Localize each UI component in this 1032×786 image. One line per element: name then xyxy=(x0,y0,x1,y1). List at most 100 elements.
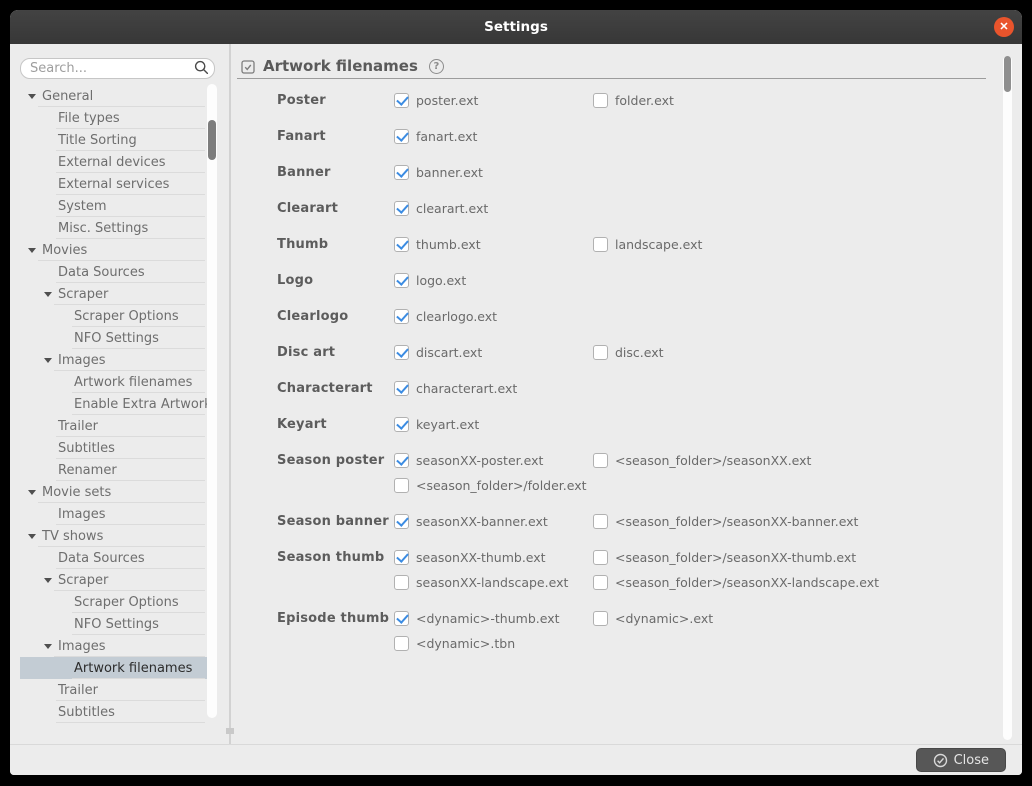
checkbox-checked[interactable] xyxy=(394,237,409,252)
setting-row-line: Season bannerseasonXX-banner.ext<season_… xyxy=(277,511,992,531)
chevron-down-icon[interactable] xyxy=(44,358,52,363)
checkbox-label: seasonXX-thumb.ext xyxy=(416,550,546,565)
chevron-down-icon[interactable] xyxy=(28,94,36,99)
sidebar-item-label: Scraper Options xyxy=(74,309,179,324)
checkbox-unchecked[interactable] xyxy=(593,550,608,565)
setting-row: Season bannerseasonXX-banner.ext<season_… xyxy=(277,511,992,531)
footer: Close xyxy=(10,744,1022,775)
checkbox-checked[interactable] xyxy=(394,165,409,180)
sidebar-item-misc-settings[interactable]: Misc. Settings xyxy=(20,217,207,239)
checkbox-checked[interactable] xyxy=(394,93,409,108)
setting-label: Episode thumb xyxy=(277,611,394,626)
close-button[interactable]: Close xyxy=(916,748,1006,772)
checkbox-label: characterart.ext xyxy=(416,381,517,396)
sidebar-item-movies[interactable]: Movies xyxy=(20,239,207,261)
sidebar-item-subtitles[interactable]: Subtitles xyxy=(20,437,207,459)
sidebar-item-external-devices[interactable]: External devices xyxy=(20,151,207,173)
sidebar-item-images[interactable]: Images xyxy=(20,635,207,657)
checkbox-cell: fanart.ext xyxy=(394,129,593,144)
sidebar-item-label: Data Sources xyxy=(58,551,145,566)
checkbox-cell: clearart.ext xyxy=(394,201,593,216)
sidebar-item-trailer[interactable]: Trailer xyxy=(20,415,207,437)
sidebar-item-data-sources[interactable]: Data Sources xyxy=(20,547,207,569)
checkbox-label: thumb.ext xyxy=(416,237,481,252)
setting-row: Bannerbanner.ext xyxy=(277,162,992,182)
sidebar-item-general[interactable]: General xyxy=(20,85,207,107)
sidebar-item-scraper-options[interactable]: Scraper Options xyxy=(20,305,207,327)
setting-row-line: Clearartclearart.ext xyxy=(277,198,992,218)
sidebar-item-images[interactable]: Images xyxy=(20,503,207,525)
sidebar-item-system[interactable]: System xyxy=(20,195,207,217)
search-box[interactable] xyxy=(20,57,215,78)
sidebar-item-scraper-options[interactable]: Scraper Options xyxy=(20,591,207,613)
sidebar-item-label: Scraper xyxy=(58,287,108,302)
sidebar-item-label: File types xyxy=(58,111,120,126)
checkbox-checked[interactable] xyxy=(394,345,409,360)
sidebar-item-label: Renamer xyxy=(58,463,117,478)
checkbox-checked[interactable] xyxy=(394,201,409,216)
checkbox-checked[interactable] xyxy=(394,129,409,144)
setting-row-line: Clearlogoclearlogo.ext xyxy=(277,306,992,326)
sidebar-item-label: Movies xyxy=(42,243,87,258)
checkbox-unchecked[interactable] xyxy=(394,478,409,493)
chevron-down-icon[interactable] xyxy=(44,644,52,649)
sidebar-item-movie-sets[interactable]: Movie sets xyxy=(20,481,207,503)
sidebar-item-external-services[interactable]: External services xyxy=(20,173,207,195)
content-scrollbar-thumb[interactable] xyxy=(1004,56,1011,92)
content-scrollbar[interactable] xyxy=(1003,56,1012,740)
checkbox-cell: disc.ext xyxy=(593,345,992,360)
checkbox-unchecked[interactable] xyxy=(593,345,608,360)
setting-row: Clearlogoclearlogo.ext xyxy=(277,306,992,326)
sidebar-item-subtitles[interactable]: Subtitles xyxy=(20,701,207,723)
checkbox-unchecked[interactable] xyxy=(394,636,409,651)
checkbox-unchecked[interactable] xyxy=(593,93,608,108)
checkbox-checked[interactable] xyxy=(394,611,409,626)
checkbox-unchecked[interactable] xyxy=(593,514,608,529)
search-input[interactable] xyxy=(20,58,215,79)
sidebar-item-trailer[interactable]: Trailer xyxy=(20,679,207,701)
sidebar-item-scraper[interactable]: Scraper xyxy=(20,283,207,305)
sidebar-item-label: External services xyxy=(58,177,169,192)
sidebar: General File types Title SortingExternal d… xyxy=(10,44,229,744)
sidebar-item-nfo-settings[interactable]: NFO Settings xyxy=(20,613,207,635)
sidebar-item-file-types[interactable]: File types xyxy=(20,107,207,129)
sidebar-scrollbar[interactable] xyxy=(207,84,217,718)
chevron-down-icon[interactable] xyxy=(44,578,52,583)
sidebar-item-label: General xyxy=(42,89,93,104)
main-area: General File types Title SortingExternal d… xyxy=(10,44,1022,744)
sidebar-item-images[interactable]: Images xyxy=(20,349,207,371)
sidebar-item-label: Scraper xyxy=(58,573,108,588)
checkbox-checked[interactable] xyxy=(394,273,409,288)
checkbox-checked[interactable] xyxy=(394,453,409,468)
window-close-button[interactable]: ✕ xyxy=(994,17,1014,37)
checkbox-unchecked[interactable] xyxy=(593,237,608,252)
chevron-down-icon[interactable] xyxy=(44,292,52,297)
sidebar-item-title-sorting[interactable]: Title Sorting xyxy=(20,129,207,151)
sidebar-scrollbar-thumb[interactable] xyxy=(208,120,216,160)
checkbox-unchecked[interactable] xyxy=(394,575,409,590)
checkbox-cell: <season_folder>/seasonXX-thumb.ext xyxy=(593,550,992,565)
checkbox-checked[interactable] xyxy=(394,417,409,432)
help-icon[interactable]: ? xyxy=(429,59,444,74)
checkbox-unchecked[interactable] xyxy=(593,575,608,590)
sidebar-item-scraper[interactable]: Scraper xyxy=(20,569,207,591)
setting-row-line: Keyartkeyart.ext xyxy=(277,414,992,434)
sidebar-item-artwork-filenames[interactable]: Artwork filenames xyxy=(20,657,207,679)
checkbox-unchecked[interactable] xyxy=(593,453,608,468)
sidebar-item-data-sources[interactable]: Data Sources xyxy=(20,261,207,283)
chevron-down-icon[interactable] xyxy=(28,490,36,495)
checkbox-checked[interactable] xyxy=(394,514,409,529)
sidebar-item-enable-extra-artwork[interactable]: Enable Extra Artwork xyxy=(20,393,207,415)
checkbox-unchecked[interactable] xyxy=(593,611,608,626)
chevron-down-icon[interactable] xyxy=(28,248,36,253)
checkbox-checked[interactable] xyxy=(394,550,409,565)
sidebar-item-artwork-filenames[interactable]: Artwork filenames xyxy=(20,371,207,393)
sidebar-item-nfo-settings[interactable]: NFO Settings xyxy=(20,327,207,349)
titlebar[interactable]: Settings ✕ xyxy=(10,10,1022,44)
settings-window: Settings ✕ General File types Title Sortin… xyxy=(10,10,1022,775)
sidebar-item-renamer[interactable]: Renamer xyxy=(20,459,207,481)
checkbox-checked[interactable] xyxy=(394,309,409,324)
checkbox-checked[interactable] xyxy=(394,381,409,396)
chevron-down-icon[interactable] xyxy=(28,534,36,539)
sidebar-item-tv-shows[interactable]: TV shows xyxy=(20,525,207,547)
